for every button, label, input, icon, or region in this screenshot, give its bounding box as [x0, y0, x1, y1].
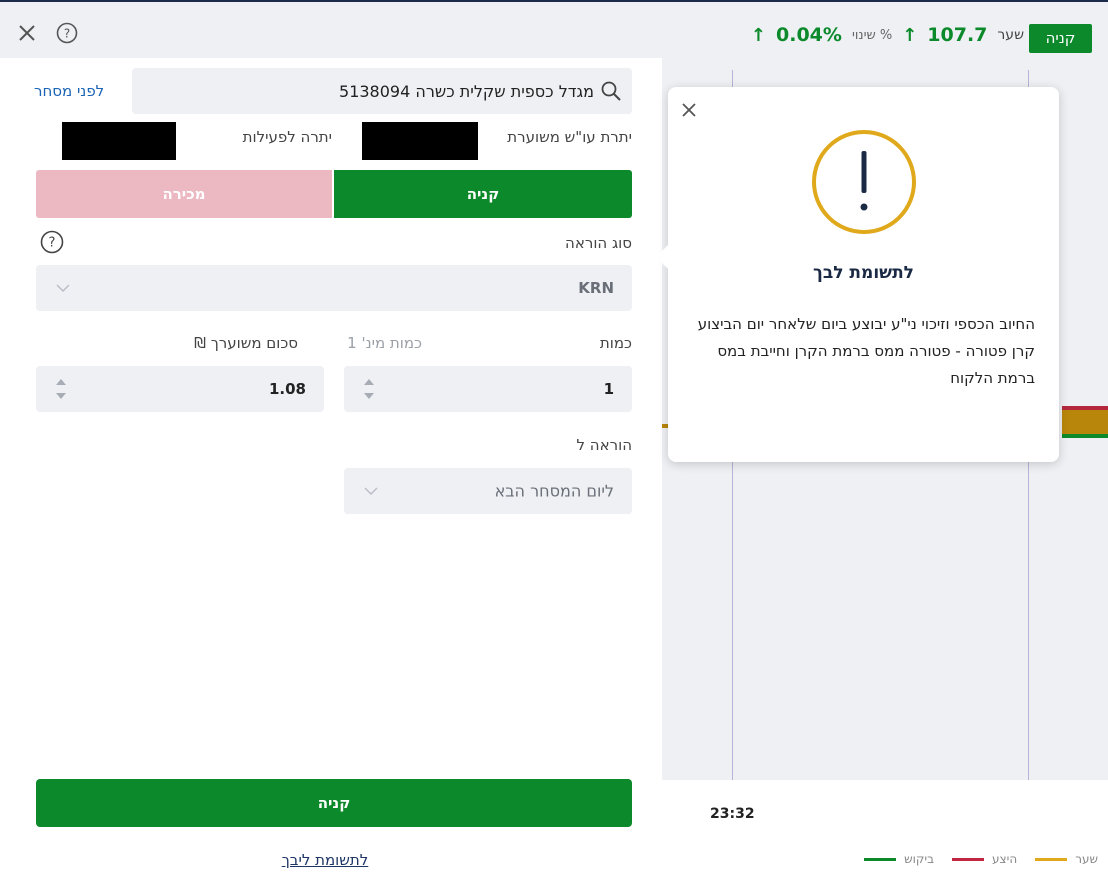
- legend-swatch: [952, 857, 985, 861]
- buy-tag-button[interactable]: קניה: [1029, 24, 1092, 53]
- side-tabs: קניה מכירה: [36, 170, 632, 218]
- ask-line: [1062, 406, 1108, 410]
- tab-buy[interactable]: קניה: [334, 170, 632, 218]
- estimated-amount-label: סכום משוערך ₪: [194, 334, 298, 352]
- arrow-up-icon: ↑: [750, 24, 767, 46]
- order-for-select[interactable]: ליום המסחר הבא: [344, 468, 632, 514]
- estimated-amount-stepper[interactable]: 1.08: [36, 366, 324, 412]
- close-icon[interactable]: [680, 101, 698, 119]
- legend-item-ask: היצע: [952, 852, 1017, 866]
- legend-swatch: [864, 857, 897, 861]
- estimated-amount-value: 1.08: [268, 380, 306, 398]
- order-for-value: ליום המסחר הבא: [494, 481, 614, 501]
- svg-text:?: ?: [64, 27, 70, 41]
- help-icon[interactable]: ?: [40, 230, 64, 254]
- help-icon[interactable]: ?: [56, 22, 78, 44]
- security-search-input[interactable]: מגדל כספית שקלית כשרה 5138094: [132, 68, 632, 114]
- legend-label: שער: [1075, 852, 1098, 866]
- stepper-arrows-icon[interactable]: [362, 374, 376, 404]
- search-value: מגדל כספית שקלית כשרה 5138094: [339, 81, 594, 101]
- arrow-up-icon: ↑: [902, 24, 918, 46]
- top-bar: ? שער 107.7 ↑ % שינוי 0.04% ↑ קניה: [0, 0, 1108, 58]
- stepper-arrows-icon[interactable]: [54, 374, 68, 404]
- legend-label: ביקוש: [904, 852, 935, 866]
- order-type-value: KRN: [578, 279, 614, 297]
- popover-line: החיוב הכספי וזיכוי ני"ע יבוצע ביום שלאחר…: [697, 315, 1035, 333]
- attention-link[interactable]: לתשומת ליבך: [0, 851, 650, 869]
- search-icon: [601, 81, 621, 101]
- chevron-down-icon: [56, 284, 70, 292]
- legend-item-bid: ביקוש: [864, 852, 934, 866]
- change-label: % שינוי: [851, 27, 893, 43]
- rate-value: 107.7: [927, 24, 988, 46]
- svg-text:?: ?: [49, 236, 56, 251]
- rate-label: שער: [997, 27, 1024, 43]
- order-type-select[interactable]: KRN: [36, 265, 632, 311]
- bid-line: [1062, 434, 1108, 438]
- balance-label: יתרת עו"ש משוערת: [507, 128, 632, 146]
- warning-icon: [812, 130, 916, 234]
- order-for-label: הוראה ל: [576, 436, 632, 454]
- legend-swatch: [1035, 857, 1068, 861]
- quantity-value: 1: [603, 380, 614, 398]
- close-icon[interactable]: [16, 22, 38, 44]
- quantity-label: כמות: [599, 334, 632, 352]
- quantity-stepper[interactable]: 1: [344, 366, 632, 412]
- legend-label: היצע: [992, 852, 1018, 866]
- legend-item-rate: שער: [1035, 852, 1098, 866]
- change-value: 0.04%: [776, 24, 842, 46]
- tab-sell[interactable]: מכירה: [36, 170, 334, 218]
- attention-popover: לתשומת לבך החיוב הכספי וזיכוי ני"ע יבוצע…: [656, 87, 1059, 462]
- order-type-label: סוג הוראה: [565, 234, 632, 252]
- submit-buy-button[interactable]: קניה: [36, 779, 632, 827]
- chart-time-label: 23:32: [710, 806, 755, 822]
- popover-title: לתשומת לבך: [813, 263, 914, 283]
- available-redacted: [62, 122, 176, 160]
- before-trade-link[interactable]: לפני מסחר: [34, 82, 104, 100]
- quote-strip: שער 107.7 ↑ % שינוי 0.04% ↑: [751, 24, 1024, 46]
- popover-body: החיוב הכספי וזיכוי ני"ע יבוצע ביום שלאחר…: [690, 311, 1035, 392]
- popover-line: קרן פטורה - פטורה ממס ברמת הקרן וחייבת ב…: [717, 342, 1035, 387]
- available-label: יתרה לפעילות: [242, 128, 332, 146]
- order-form: מגדל כספית שקלית כשרה 5138094 לפני מסחר …: [0, 58, 650, 893]
- min-quantity-label: כמות מינ' 1: [347, 334, 422, 352]
- chart-legend: שער היצע ביקוש: [864, 852, 1098, 866]
- balance-redacted: [362, 122, 478, 160]
- chevron-down-icon: [364, 487, 378, 495]
